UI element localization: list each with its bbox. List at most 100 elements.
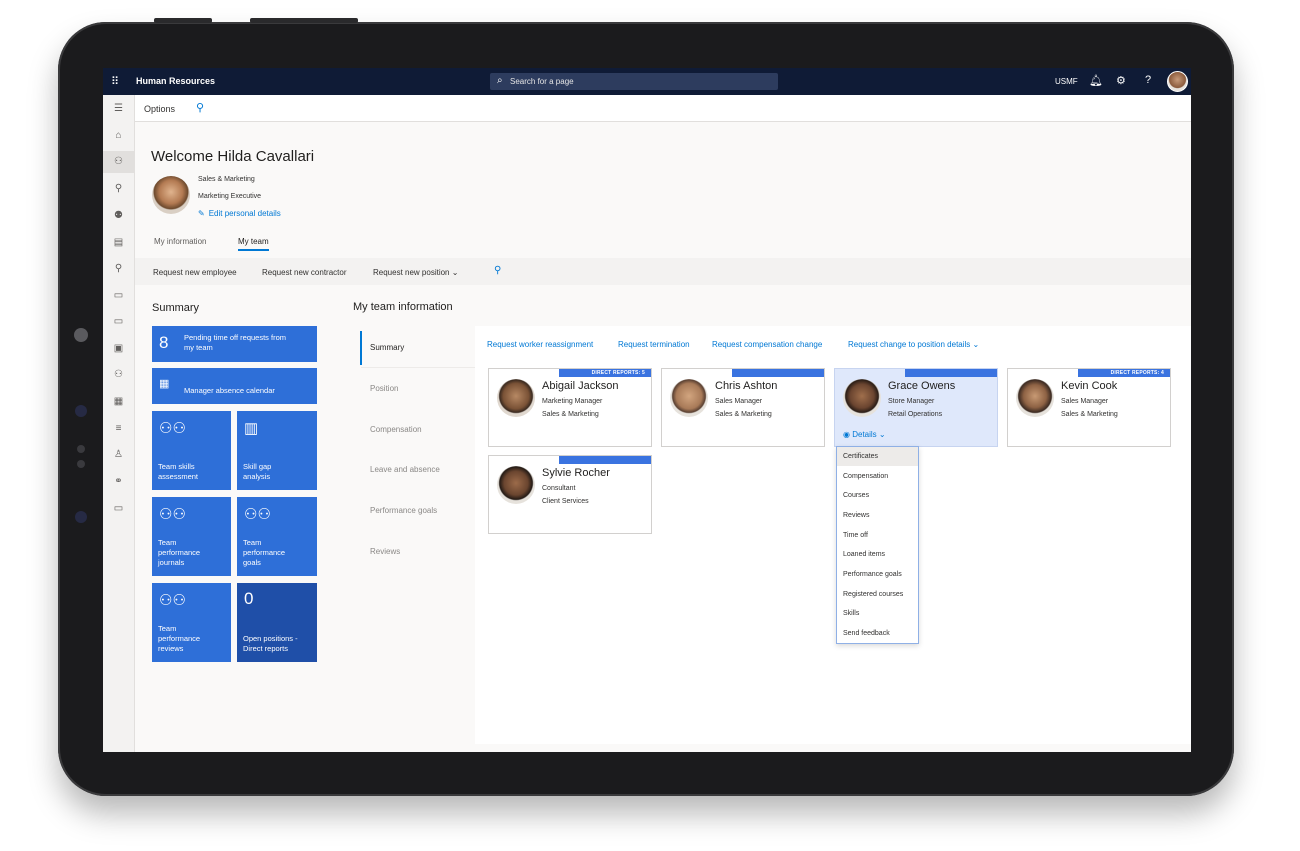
avatar [152, 176, 190, 214]
vtab-position[interactable]: Position [370, 384, 398, 393]
options-button[interactable]: Options [144, 104, 175, 114]
search-icon[interactable]: ⚲ [196, 101, 204, 114]
list-icon[interactable]: ≡ [103, 423, 134, 434]
tab-my-information[interactable]: My information [154, 237, 206, 246]
team-performance-journals-tile[interactable]: ⚇⚇ Team performance journals [152, 497, 231, 576]
pending-label: Pending time off requests from my team [184, 333, 286, 352]
employee-card[interactable]: Chris Ashton Sales Manager Sales & Marke… [661, 368, 825, 447]
calendar-icon: ▦ [159, 378, 170, 390]
home-icon[interactable]: ⌂ [103, 130, 134, 141]
menu-item-performance-goals[interactable]: Performance goals [837, 565, 918, 584]
vtab-compensation[interactable]: Compensation [370, 425, 422, 434]
avatar [497, 379, 535, 417]
team-performance-reviews-tile[interactable]: ⚇⚇ Team performance reviews [152, 583, 231, 662]
app-launcher-icon[interactable]: ⠿ [111, 75, 119, 88]
employee-title: Sales Manager [715, 398, 763, 405]
employee-name: Kevin Cook [1061, 380, 1118, 392]
hierarchy-icon[interactable]: ♙ [103, 449, 134, 460]
employee-card[interactable]: DIRECT REPORTS: 4 Kevin Cook Sales Manag… [1007, 368, 1171, 447]
job-title-label: Marketing Executive [198, 193, 262, 200]
active-tab-indicator [360, 331, 362, 365]
top-navigation-bar: ⠿ Human Resources ⌕ Search for a page US… [103, 68, 1191, 95]
menu-item-reviews[interactable]: Reviews [837, 506, 918, 525]
request-new-employee-button[interactable]: Request new employee [153, 268, 237, 277]
vtab-performance-goals[interactable]: Performance goals [370, 506, 437, 515]
tab-divider [361, 367, 475, 368]
pending-time-off-tile[interactable]: 8 Pending time off requests from my team [152, 326, 317, 362]
menu-item-courses[interactable]: Courses [837, 486, 918, 505]
employee-department: Sales & Marketing [715, 411, 772, 418]
menu-item-skills[interactable]: Skills [837, 604, 918, 623]
search-icon[interactable]: ⚲ [494, 265, 501, 276]
navigation-rail: ☰ ⌂ ⚇ ⚲ ⚉ ▤ ⚲ ▭ ▭ ▣ ⚇ ▦ ≡ ♙ ⚭ ▭ [103, 95, 135, 752]
avatar [1016, 379, 1054, 417]
employee-card[interactable]: DIRECT REPORTS: 5 Abigail Jackson Market… [488, 368, 652, 447]
vtab-summary[interactable]: Summary [370, 343, 404, 352]
help-icon[interactable]: ? [1145, 74, 1151, 86]
employee-department: Client Services [542, 498, 589, 505]
team-performance-goals-tile[interactable]: ⚇⚇ Team performance goals [237, 497, 317, 576]
workspace-icon[interactable]: ▭ [103, 503, 134, 514]
clipboard-icon[interactable]: ▤ [103, 237, 134, 248]
notification-icon[interactable]: 🔔︎ [1089, 74, 1103, 87]
org-chart-icon[interactable]: ⚭ [103, 476, 134, 487]
sensor-dot [75, 405, 87, 417]
journals-label: Team performance journals [158, 538, 201, 567]
request-new-position-button[interactable]: Request new position ⌄ [373, 268, 458, 277]
edit-link-label: Edit personal details [208, 209, 281, 218]
menu-item-time-off[interactable]: Time off [837, 526, 918, 545]
people-icon[interactable]: ⚇ [103, 151, 134, 173]
menu-item-send-feedback[interactable]: Send feedback [837, 624, 918, 643]
chevron-down-icon: ⌄ [972, 340, 980, 349]
skill-gap-analysis-tile[interactable]: ▥ Skill gap analysis [237, 411, 317, 490]
pencil-icon: ✎ [198, 209, 205, 218]
person-icon[interactable]: ⚲ [103, 263, 134, 274]
company-picker[interactable]: USMF [1055, 77, 1078, 86]
edit-personal-details-link[interactable]: ✎ Edit personal details [198, 209, 281, 218]
hamburger-menu-icon[interactable]: ☰ [103, 103, 134, 114]
chat-icon[interactable]: ▣ [103, 343, 134, 354]
details-label: Details [852, 430, 877, 439]
gear-icon[interactable]: ⚙ [1116, 74, 1126, 87]
employee-card[interactable]: Sylvie Rocher Consultant Client Services [488, 455, 652, 534]
sensor-dot [77, 460, 85, 468]
person-search-icon[interactable]: ⚲ [103, 183, 134, 194]
request-termination-link[interactable]: Request termination [618, 340, 690, 349]
vtab-leave-and-absence[interactable]: Leave and absence [370, 465, 440, 474]
user-avatar[interactable] [1167, 71, 1188, 92]
request-position-change-link[interactable]: Request change to position details ⌄ [848, 340, 979, 349]
details-dropdown-button[interactable]: ◉ Details ⌄ [843, 430, 886, 439]
request-compensation-change-link[interactable]: Request compensation change [712, 340, 822, 349]
summary-title: Summary [152, 302, 200, 314]
eye-icon: ◉ [843, 430, 850, 439]
menu-item-compensation[interactable]: Compensation [837, 467, 918, 486]
employee-title: Marketing Manager [542, 398, 603, 405]
menu-item-loaned-items[interactable]: Loaned items [837, 545, 918, 564]
page-search-input[interactable]: ⌕ Search for a page [490, 73, 778, 90]
tab-my-team[interactable]: My team [238, 237, 269, 251]
group-icon[interactable]: ⚉ [103, 210, 134, 221]
direct-reports-banner: DIRECT REPORTS: 5 [559, 369, 651, 377]
menu-item-registered-courses[interactable]: Registered courses [837, 585, 918, 604]
chevron-down-icon: ⌄ [878, 430, 886, 439]
details-menu: Certificates Compensation Courses Review… [836, 446, 919, 644]
document-edit-icon[interactable]: ▭ [103, 316, 134, 327]
vtab-reviews[interactable]: Reviews [370, 547, 400, 556]
chart-document-icon: ▥ [244, 420, 259, 437]
goals-label: Team performance goals [243, 538, 286, 567]
options-bar: Options ⚲ [135, 95, 1191, 122]
building-icon[interactable]: ▦ [103, 396, 134, 407]
open-positions-tile[interactable]: 0 Open positions - Direct reports [237, 583, 317, 662]
document-icon[interactable]: ▭ [103, 290, 134, 301]
app-title[interactable]: Human Resources [136, 76, 215, 86]
team-skills-assessment-tile[interactable]: ⚇⚇ Team skills assessment [152, 411, 231, 490]
request-worker-reassignment-link[interactable]: Request worker reassignment [487, 340, 593, 349]
camera [74, 328, 88, 342]
reviews-label: Team performance reviews [158, 624, 201, 653]
team-vertical-tabs: Summary Position Compensation Leave and … [349, 326, 475, 744]
manager-absence-calendar-tile[interactable]: ▦ Manager absence calendar [152, 368, 317, 404]
request-position-change-label: Request change to position details [848, 340, 971, 349]
request-new-contractor-button[interactable]: Request new contractor [262, 268, 347, 277]
person-calendar-icon[interactable]: ⚇ [103, 369, 134, 380]
menu-item-certificates[interactable]: Certificates [837, 447, 918, 466]
